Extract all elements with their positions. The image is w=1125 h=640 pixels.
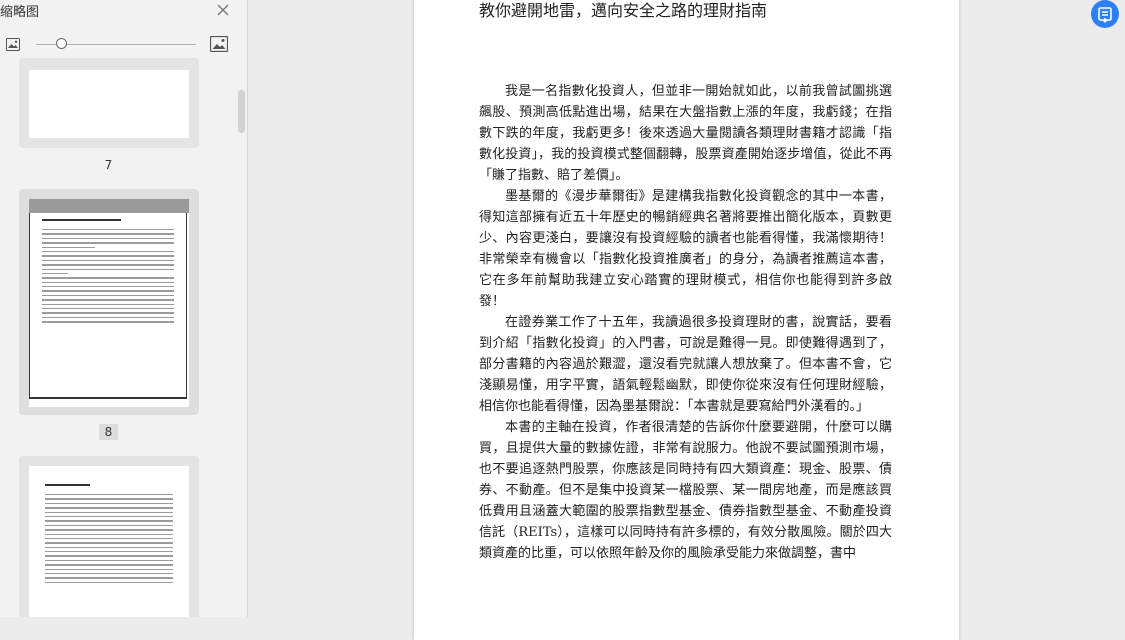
- thumbnail-page-preview: [29, 466, 189, 617]
- sidebar-title: 缩略图: [0, 5, 40, 20]
- thumbnail-zoom-control: [0, 34, 247, 56]
- image-small-icon[interactable]: [6, 38, 20, 51]
- thumbnail-page-preview: [29, 199, 189, 407]
- thumbnail-page-9[interactable]: [19, 456, 199, 617]
- paragraph: 在證券業工作了十五年，我讀過很多投資理財的書，說實話，要看到介紹「指數化投資」的…: [479, 315, 892, 414]
- document-body: 我是一名指數化投資人，但並非一開始就如此，以前我曾試圖挑選飆股、預測高低點進出場…: [479, 81, 892, 564]
- paragraph: 墨基爾的《漫步華爾街》是建構我指數化投資觀念的其中一本書，得知這部擁有近五十年歷…: [479, 189, 892, 309]
- thumbnail-page-7[interactable]: [19, 58, 199, 148]
- convert-document-icon: [1098, 7, 1112, 23]
- document-heading: 教你避開地雷，邁向安全之路的理財指南: [479, 1, 768, 20]
- sidebar-scrollbar[interactable]: [238, 90, 245, 133]
- thumbnail-page-preview: [29, 70, 189, 138]
- convert-document-button[interactable]: [1091, 0, 1119, 28]
- thumbnail-page-number-selected: 8: [0, 424, 217, 440]
- paragraph: 我是一名指數化投資人，但並非一開始就如此，以前我曾試圖挑選飆股、預測高低點進出場…: [479, 84, 892, 183]
- thumbnail-page-number: 7: [104, 158, 113, 172]
- zoom-slider-handle[interactable]: [56, 38, 67, 49]
- thumbnail-page-8[interactable]: [19, 189, 199, 415]
- close-icon[interactable]: [215, 2, 231, 18]
- image-large-icon[interactable]: [210, 36, 228, 52]
- paragraph: 本書的主軸在投資，作者很清楚的告訴你什麼要避開，什麼可以購買，且提供大量的數據佐…: [479, 420, 892, 561]
- thumbnail-sidebar: 缩略图 7 8: [0, 0, 248, 617]
